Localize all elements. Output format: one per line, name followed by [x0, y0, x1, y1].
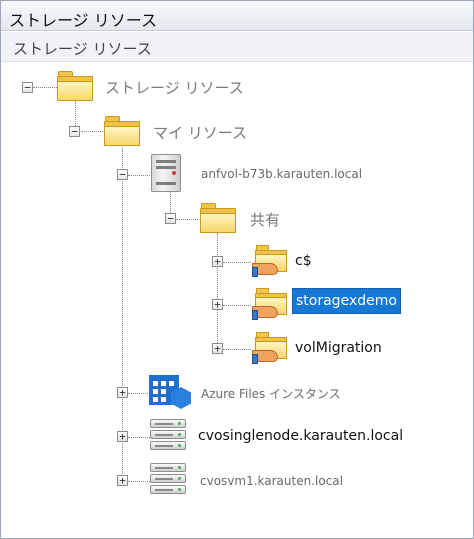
- server-rack-icon: [150, 463, 186, 495]
- tree-node-label-selected: storagexdemo: [292, 288, 401, 314]
- tree-node-label: ストレージ リソース: [105, 79, 244, 97]
- tree-connector: [223, 349, 251, 350]
- expand-toggle[interactable]: +: [212, 299, 223, 310]
- expand-toggle[interactable]: +: [117, 431, 128, 442]
- tree-connector: [33, 87, 57, 88]
- window-title: ストレージ リソース: [1, 1, 473, 31]
- tree-node-label: Azure Files インスタンス: [201, 387, 341, 401]
- azure-files-icon: [149, 375, 191, 411]
- tree-connector: [217, 233, 218, 349]
- collapse-toggle[interactable]: −: [117, 169, 128, 180]
- tree-connector: [128, 393, 148, 394]
- tree-node-label: volMigration: [295, 340, 382, 356]
- tree-connector: [176, 219, 198, 220]
- tree-node-label: 共有: [250, 211, 281, 229]
- tree-node-label: cvosinglenode.karauten.local: [198, 428, 404, 444]
- shared-folder-icon: [252, 245, 288, 277]
- tree-node-label: マイ リソース: [153, 124, 248, 142]
- shared-folder-icon: [252, 288, 288, 320]
- collapse-toggle[interactable]: −: [22, 82, 33, 93]
- storage-resources-window: ストレージ リソース ストレージ リソース − ストレージ リソース − マイ …: [0, 0, 474, 539]
- expand-toggle[interactable]: +: [212, 256, 223, 267]
- tree-connector: [128, 175, 150, 176]
- server-tower-icon: [151, 154, 181, 192]
- tree-connector: [128, 437, 150, 438]
- tree-node-label: cvosvm1.karauten.local: [200, 474, 343, 488]
- shared-folder-icon: [252, 332, 288, 364]
- folder-icon: [200, 203, 236, 233]
- collapse-toggle[interactable]: −: [69, 126, 80, 137]
- panel-header: ストレージ リソース: [1, 32, 473, 62]
- expand-toggle[interactable]: +: [117, 387, 128, 398]
- tree-connector: [81, 131, 103, 132]
- tree-connector: [223, 262, 251, 263]
- collapse-toggle[interactable]: −: [165, 213, 176, 224]
- folder-icon: [57, 71, 93, 101]
- tree-node-label: anfvol-b73b.karauten.local: [201, 167, 363, 181]
- expand-toggle[interactable]: +: [212, 343, 223, 354]
- folder-icon: [104, 116, 140, 146]
- expand-toggle[interactable]: +: [117, 475, 128, 486]
- resource-tree: − ストレージ リソース − マイ リソース − anfvol-b73b.kar…: [1, 63, 473, 538]
- tree-connector: [223, 305, 251, 306]
- tree-connector: [128, 481, 150, 482]
- server-rack-icon: [150, 419, 186, 451]
- tree-node-label: c$: [295, 253, 312, 269]
